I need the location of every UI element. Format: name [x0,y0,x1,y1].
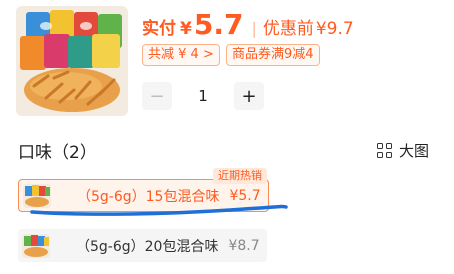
grid-icon [377,142,393,159]
highlight-scribble [30,204,288,216]
large-image-label: 大图 [399,142,430,160]
flavor-section-title: 口味（2） [18,143,97,163]
large-image-toggle[interactable]: 大图 [377,140,429,161]
coupon-tag: 商品券满9减4 [226,44,320,66]
before-discount-label: 优惠前 [262,19,314,39]
before-discount-price: ¥9.7 [315,19,354,39]
actual-price: 5.7 [193,8,244,41]
flavor-option-20-pack[interactable]: （5g-6g）20包混合味 ¥8.7 [18,229,267,262]
increase-button[interactable]: + [234,82,264,110]
quantity-stepper: − 1 + [142,82,264,110]
price-divider: | [251,19,257,38]
option-thumbnail [22,233,50,258]
total-discount-tag[interactable]: 共减 ¥ 4 > [142,44,220,66]
quantity-value[interactable]: 1 [172,87,234,105]
decrease-button[interactable]: − [142,82,172,110]
hot-selling-badge: 近期热销 [213,168,267,184]
actual-pay-label: 实付 [142,19,176,39]
flavor-option-price: ¥8.7 [228,237,260,254]
flavor-option-label: （5g-6g）20包混合味 [76,238,219,255]
price-row: 实付 ¥ 5.7 | 优惠前 ¥9.7 [142,8,354,42]
product-image[interactable] [16,6,128,116]
currency-symbol: ¥ [180,19,192,39]
